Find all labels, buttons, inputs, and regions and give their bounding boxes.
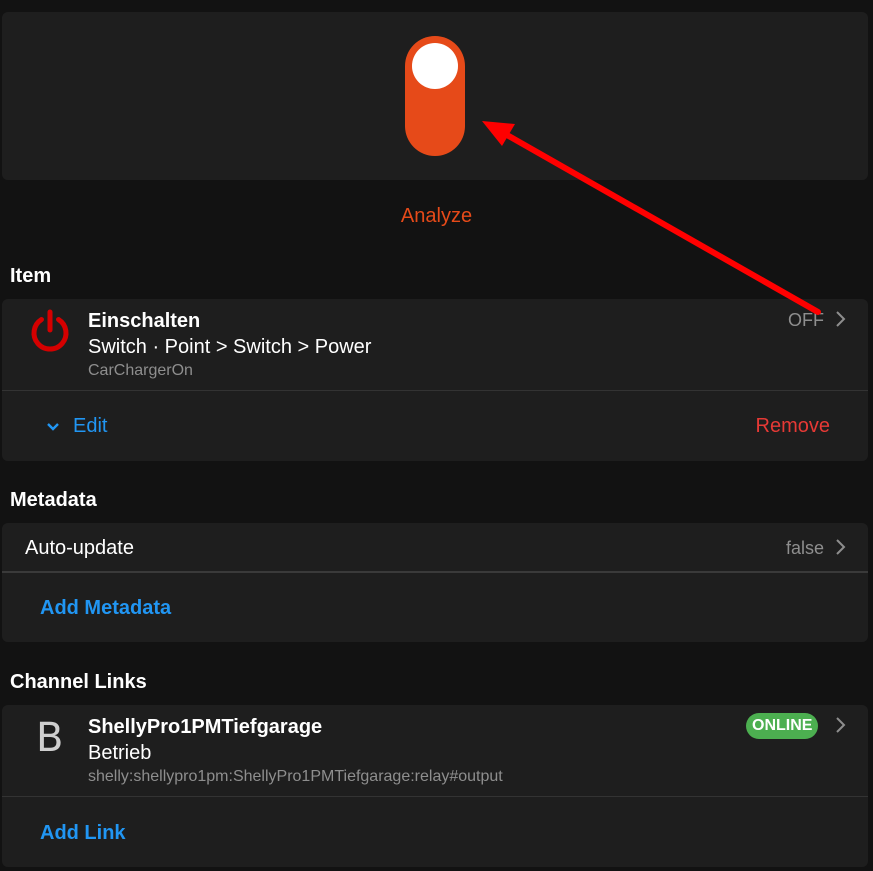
power-icon bbox=[31, 309, 69, 352]
item-toggle-switch[interactable] bbox=[405, 36, 465, 156]
item-row[interactable]: Einschalten Switch · Point > Switch > Po… bbox=[2, 299, 868, 390]
metadata-row-auto-update[interactable]: Auto-update false bbox=[2, 523, 868, 571]
item-type: Switch · Point > Switch > Power bbox=[88, 336, 372, 358]
analyze-link[interactable]: Analyze bbox=[0, 205, 873, 228]
channel-link-row[interactable]: B ShellyPro1PMTiefgarage Betrieb shelly:… bbox=[2, 705, 868, 796]
analyze-label: Analyze bbox=[400, 205, 473, 227]
metadata-row-value: false bbox=[785, 538, 824, 558]
channel-divider bbox=[2, 796, 868, 797]
binding-avatar: B bbox=[36, 715, 64, 761]
toggle-card bbox=[2, 12, 868, 180]
item-state: OFF bbox=[788, 310, 824, 330]
item-divider bbox=[2, 390, 868, 391]
metadata-divider bbox=[2, 571, 868, 573]
metadata-section-title: Metadata bbox=[10, 489, 97, 511]
chevron-down-icon bbox=[47, 423, 59, 431]
add-metadata-button[interactable]: Add Metadata bbox=[40, 597, 171, 620]
channel-links-section-title: Channel Links bbox=[10, 671, 147, 693]
item-name: Einschalten bbox=[88, 310, 201, 332]
channel-uid: shelly:shellypro1pm:ShellyPro1PMTiefgara… bbox=[88, 768, 503, 785]
add-link-button[interactable]: Add Link bbox=[40, 822, 126, 845]
remove-button[interactable]: Remove bbox=[756, 415, 830, 438]
edit-label: Edit bbox=[73, 415, 108, 437]
item-card: Einschalten Switch · Point > Switch > Po… bbox=[2, 299, 868, 461]
chevron-right-icon bbox=[836, 539, 846, 555]
chevron-right-icon bbox=[836, 717, 846, 733]
metadata-row-label: Auto-update bbox=[25, 537, 134, 559]
status-badge: ONLINE bbox=[746, 713, 819, 739]
channel-name: Betrieb bbox=[88, 742, 152, 764]
chevron-right-icon bbox=[836, 311, 846, 327]
toggle-knob bbox=[412, 43, 458, 89]
channel-links-card: B ShellyPro1PMTiefgarage Betrieb shelly:… bbox=[2, 705, 868, 867]
item-id: CarChargerOn bbox=[88, 362, 193, 379]
metadata-card: Auto-update false Add Metadata bbox=[2, 523, 868, 642]
item-section-title: Item bbox=[10, 265, 52, 287]
thing-name: ShellyPro1PMTiefgarage bbox=[88, 716, 323, 738]
